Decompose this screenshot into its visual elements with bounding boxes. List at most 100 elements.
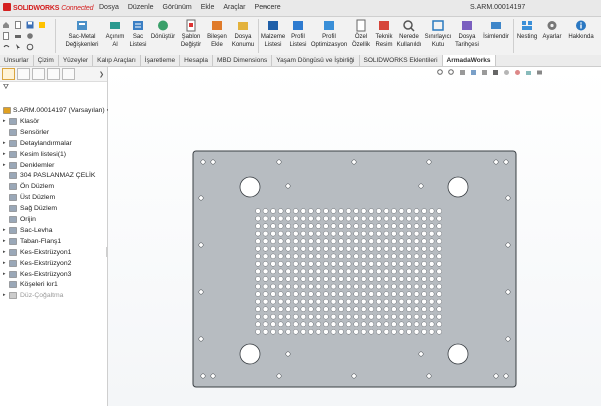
ribbon-rename[interactable]: İsimlendir bbox=[481, 19, 511, 42]
tab-hesapla[interactable]: Hesapla bbox=[180, 55, 213, 66]
select-icon[interactable] bbox=[14, 43, 22, 51]
ribbon-drawing[interactable]: Teknik Resim bbox=[373, 19, 395, 49]
perforation-hole bbox=[277, 208, 284, 214]
expand-arrow-icon[interactable]: ▸ bbox=[3, 116, 6, 127]
perforation-hole bbox=[330, 246, 337, 252]
perforation-hole bbox=[308, 253, 314, 260]
appearance-icon[interactable] bbox=[514, 69, 521, 76]
perforation-hole bbox=[398, 283, 405, 290]
ribbon-about[interactable]: Hakkında bbox=[566, 19, 596, 42]
ribbon-template[interactable]: Şablon Değiştir bbox=[177, 19, 205, 49]
dimxpert-tab-icon[interactable] bbox=[47, 68, 60, 80]
expand-arrow-icon[interactable]: ▸ bbox=[3, 225, 6, 236]
ribbon-nesting[interactable]: Nesting bbox=[515, 19, 539, 42]
ribbon-sheet-list[interactable]: Sac Listesi bbox=[127, 19, 149, 49]
tab-kalip-araclari[interactable]: Kalıp Araçları bbox=[93, 55, 141, 66]
perforation-hole bbox=[421, 261, 427, 267]
ribbon-bounding-box[interactable]: Sınırlayıcı Kutu bbox=[423, 19, 453, 49]
open-document-icon[interactable] bbox=[2, 31, 10, 40]
tab-mbd-dimensions[interactable]: MBD Dimensions bbox=[213, 55, 273, 66]
perforation-hole bbox=[285, 291, 291, 297]
perforation-hole bbox=[376, 321, 382, 327]
perforation-hole bbox=[277, 268, 284, 275]
graphics-area[interactable] bbox=[108, 67, 601, 406]
perforation-hole bbox=[421, 215, 427, 222]
perforation-hole bbox=[368, 306, 374, 312]
perforation-hole bbox=[413, 283, 420, 290]
expand-arrow-icon[interactable]: ▸ bbox=[3, 149, 6, 160]
perforation-hole bbox=[383, 321, 390, 327]
perforation-hole bbox=[413, 215, 420, 222]
profile-list-icon bbox=[291, 19, 305, 32]
ribbon-file-history[interactable]: Dosya Tarihçesi bbox=[454, 19, 480, 49]
rebuild-icon[interactable] bbox=[38, 21, 46, 29]
expand-arrow-icon[interactable]: ▸ bbox=[3, 138, 6, 149]
solidworks-logo[interactable]: SOLIDWORKS Connected bbox=[3, 3, 93, 12]
ribbon-custom-property[interactable]: Özel Özellik bbox=[350, 19, 372, 49]
perforation-hole bbox=[368, 246, 374, 252]
zoom-to-fit-icon[interactable] bbox=[437, 69, 444, 76]
ribbon-settings[interactable]: Ayarlar bbox=[540, 19, 564, 42]
expand-arrow-icon[interactable]: ▸ bbox=[3, 269, 6, 280]
panel-scroll-arrow-icon[interactable]: ❯ bbox=[99, 71, 104, 78]
perforation-hole bbox=[421, 253, 427, 260]
menu-dosya[interactable]: Dosya bbox=[99, 4, 119, 11]
tab-yuzeyler[interactable]: Yüzeyler bbox=[59, 55, 94, 66]
sheet-metal-part-view[interactable] bbox=[108, 67, 601, 406]
menu-gorunum[interactable]: Görünüm bbox=[163, 4, 192, 11]
expand-arrow-icon[interactable]: ▸ bbox=[3, 236, 6, 247]
perforation-hole bbox=[353, 329, 359, 335]
ribbon-sheet-metal-params[interactable]: Sac-Metal Değişkenleri bbox=[62, 19, 102, 49]
ribbon-file-location[interactable]: Dosya Konumu bbox=[229, 19, 257, 49]
title-bar: SOLIDWORKS Connected Dosya Düzenle Görünü… bbox=[0, 0, 601, 17]
ribbon-add-component[interactable]: Bileşen Ekle bbox=[206, 19, 228, 49]
menu-araclar[interactable]: Araçlar bbox=[223, 4, 245, 11]
hide-show-icon[interactable] bbox=[503, 69, 510, 76]
ribbon-where-used[interactable]: Nerede Kullanıldı bbox=[396, 19, 422, 49]
ribbon-profile-list[interactable]: Profil Listesi bbox=[287, 19, 309, 49]
undo-icon[interactable] bbox=[2, 43, 10, 51]
filter-icon[interactable]: ⛛ bbox=[0, 82, 107, 94]
display-manager-tab-icon[interactable] bbox=[62, 68, 75, 80]
options-icon[interactable] bbox=[26, 32, 34, 40]
perforation-hole bbox=[285, 306, 291, 312]
expand-arrow-icon[interactable]: ▸ bbox=[3, 290, 6, 301]
section-view-icon[interactable] bbox=[470, 69, 477, 76]
view-settings-icon[interactable] bbox=[536, 69, 543, 76]
pin-icon[interactable]: ⊸ bbox=[262, 3, 268, 11]
tab-yasam-dongusu[interactable]: Yaşam Döngüsü ve İşbirliği bbox=[272, 55, 360, 66]
zoom-area-icon[interactable] bbox=[448, 69, 455, 76]
home-icon[interactable] bbox=[2, 21, 10, 29]
menu-ekle[interactable]: Ekle bbox=[201, 4, 215, 11]
property-manager-tab-icon[interactable] bbox=[17, 68, 30, 80]
tab-cizim[interactable]: Çizim bbox=[34, 55, 59, 66]
ribbon-profile-optimization[interactable]: Profil Optimizasyon bbox=[309, 19, 349, 49]
expand-arrow-icon[interactable]: ▸ bbox=[3, 247, 6, 258]
tab-isaretleme[interactable]: İşaretleme bbox=[141, 55, 181, 66]
display-style-icon[interactable] bbox=[492, 69, 499, 76]
previous-view-icon[interactable] bbox=[459, 69, 466, 76]
save-icon[interactable] bbox=[26, 21, 34, 29]
perforation-hole bbox=[323, 329, 329, 335]
perforation-hole bbox=[368, 238, 374, 244]
scene-icon[interactable] bbox=[525, 69, 532, 76]
expand-arrow-icon[interactable]: ▸ bbox=[3, 258, 6, 269]
ribbon-flatten[interactable]: Açınım Al bbox=[104, 19, 126, 49]
expand-arrow-icon[interactable]: ▸ bbox=[3, 160, 6, 171]
perforation-hole bbox=[315, 261, 322, 267]
tab-solidworks-eklentileri[interactable]: SOLIDWORKS Eklentileri bbox=[360, 55, 443, 66]
new-document-icon[interactable] bbox=[14, 20, 22, 29]
view-orientation-icon[interactable] bbox=[481, 69, 488, 76]
feature-manager-tab-icon[interactable] bbox=[2, 68, 15, 80]
perforation-hole bbox=[315, 283, 322, 290]
ribbon-convert[interactable]: Dönüştür bbox=[150, 19, 176, 42]
ribbon-material-list[interactable]: Malzeme Listesi bbox=[260, 19, 286, 49]
tab-unsurlar[interactable]: Unsurlar bbox=[0, 55, 34, 66]
configuration-manager-tab-icon[interactable] bbox=[32, 68, 45, 80]
tab-armadaworks[interactable]: ArmadaWorks bbox=[442, 55, 496, 66]
perforation-hole bbox=[345, 291, 352, 297]
print-icon[interactable] bbox=[14, 32, 22, 40]
mounting-hole-large bbox=[447, 343, 469, 365]
menu-duzenle[interactable]: Düzenle bbox=[128, 4, 154, 11]
settings-small-icon[interactable] bbox=[26, 43, 34, 51]
